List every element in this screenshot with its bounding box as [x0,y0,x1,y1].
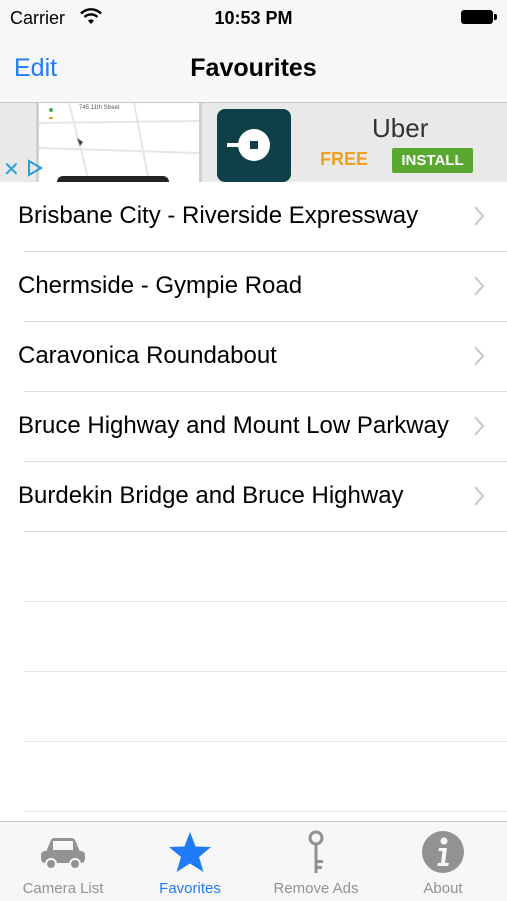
tab-label: Remove Ads [273,880,359,897]
list-item-label: Chermside - Gympie Road [18,272,303,299]
ad-phone-image: 745 11th Street [36,103,202,182]
list-item[interactable]: Burdekin Bridge and Bruce Highway [18,462,507,532]
clock: 10:53 PM [214,8,293,28]
status-bar: Carrier 10:53 PM [0,0,507,36]
car-icon [41,838,85,870]
list-item[interactable]: Chermside - Gympie Road [18,252,507,322]
ad-title: Uber [372,113,429,143]
chevron-right-icon [474,206,485,226]
chevron-right-icon [474,486,485,506]
tab-label: About [423,880,463,897]
list-item[interactable]: Caravonica Roundabout [18,322,507,392]
list-item-label: Caravonica Roundabout [18,342,277,369]
tab-label: Favorites [159,880,221,897]
uber-logo [217,109,291,182]
install-button[interactable]: INSTALL [392,148,473,173]
list-item-label: Burdekin Bridge and Bruce Highway [18,482,404,509]
empty-row [24,742,507,812]
list-item[interactable]: Bruce Highway and Mount Low Parkway [18,392,507,462]
tab-remove-ads[interactable]: Remove Ads [253,822,379,901]
tab-favorites[interactable]: Favorites [127,822,253,901]
page-title: Favourites [190,54,317,82]
tab-camera-list[interactable]: Camera List [0,822,126,901]
favourites-list: Brisbane City - Riverside Expressway Che… [0,182,507,812]
tab-label: Camera List [22,880,104,897]
empty-row [24,672,507,742]
list-item-label: Bruce Highway and Mount Low Parkway [18,412,449,439]
empty-row [24,532,507,602]
ad-banner[interactable]: 745 11th Street ✕ Uber FREE INSTALL [0,103,507,182]
chevron-right-icon [474,346,485,366]
key-icon [308,830,324,873]
ad-street-text: 745 11th Street [79,105,120,111]
empty-row [24,602,507,672]
star-icon [169,832,211,872]
chevron-right-icon [474,416,485,436]
navigation-bar: Edit Favourites [0,36,507,103]
info-icon [422,831,464,873]
tab-bar: Camera List Favorites Remove Ads About [0,821,507,901]
list-item-label: Brisbane City - Riverside Expressway [18,202,419,229]
ad-free-label: FREE [320,149,369,169]
tab-about[interactable]: About [380,822,506,901]
chevron-right-icon [474,276,485,296]
list-item[interactable]: Brisbane City - Riverside Expressway [18,182,507,252]
battery-icon [461,10,497,26]
ad-choices-icon[interactable] [26,159,44,177]
ad-close-icon[interactable]: ✕ [3,157,20,182]
